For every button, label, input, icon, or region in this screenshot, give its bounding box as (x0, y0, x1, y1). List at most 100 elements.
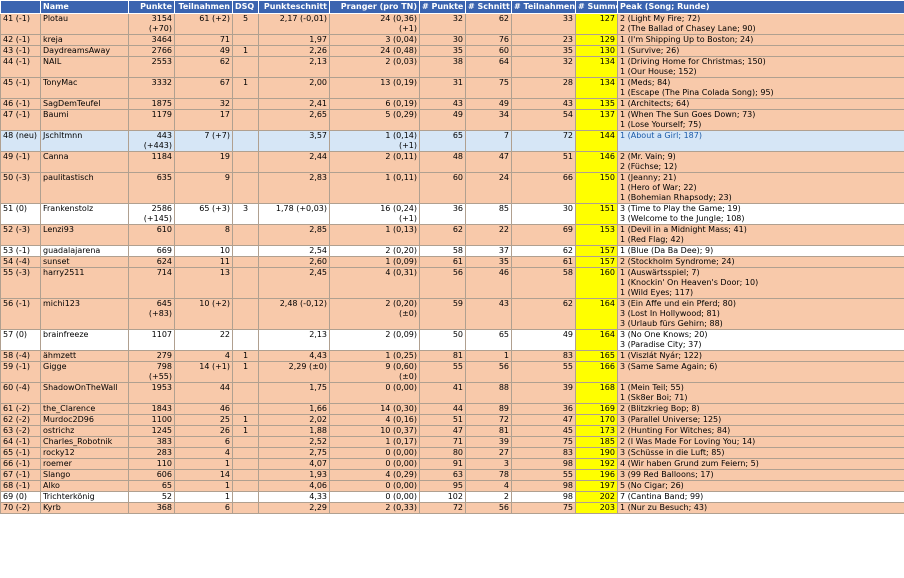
summe-cell-line: 164 (599, 330, 615, 340)
punkte-cell-line: 1184 (151, 152, 172, 162)
summe-cell: 134 (575, 77, 618, 99)
schnitt-cell-line: 1,78 (+0,03) (275, 204, 327, 214)
rank-teilnahmen-cell-line: 32 (562, 57, 573, 67)
rank-punkte-cell: 51 (419, 414, 466, 426)
rank-schnitt-cell-line: 85 (498, 204, 509, 214)
teilnahmen-cell-line: 61 (+2) (199, 14, 230, 24)
punkte-cell: 1245 (128, 425, 175, 437)
punkte-cell-line: 606 (156, 470, 172, 480)
peak-cell-line: 1 (Blue (Da Ba Dee); 9) (620, 246, 714, 256)
rank-punkte-cell: 31 (419, 77, 466, 99)
peak-cell-line: 3 (Same Same Again; 6) (620, 362, 718, 372)
rank-schnitt-cell: 65 (465, 329, 512, 351)
schnitt-cell-line: 4,33 (309, 492, 327, 502)
summe-cell-line: 168 (599, 383, 615, 393)
rank-schnitt-cell: 89 (465, 403, 512, 415)
peak-cell: 3 (Parallel Universe; 125) (617, 414, 904, 426)
name-cell: the_Clarence (40, 403, 129, 415)
rank-punkte-cell-line: 95 (452, 481, 463, 491)
punkte-cell-line: 3332 (151, 78, 172, 88)
peak-cell: 1 (Driving Home for Christmas; 150) 1 (Ou… (617, 56, 904, 78)
name-cell-line: Plotau (43, 14, 69, 24)
schnitt-cell: 2,54 (258, 245, 330, 257)
punkte-cell: 606 (128, 469, 175, 481)
teilnahmen-cell-line: 6 (224, 437, 230, 447)
dsq-cell (232, 109, 259, 131)
table-row: 67 (-1) Slango 606 14 1,93 4 (0,29) 63 78 55 196 3… (0, 469, 904, 481)
dsq-cell-line: 1 (242, 78, 249, 88)
peak-cell: 1 (Mein Teil; 55) 1 (Sk8er Boi; 71) (617, 382, 904, 404)
rank-teilnahmen-cell: 75 (511, 502, 576, 514)
rank-schnitt-cell-line: 65 (498, 330, 509, 340)
peak-cell-line: 3 (No One Knows; 20) (620, 330, 708, 340)
teilnahmen-cell-line: 67 (219, 78, 230, 88)
rank-cell: 69 (0) (0, 491, 41, 503)
rank-punkte-cell-line: 31 (452, 78, 463, 88)
rank-teilnahmen-cell: 51 (511, 151, 576, 173)
dsq-cell (232, 329, 259, 351)
col-pranger-header: Pranger (pro TN) (329, 0, 420, 14)
dsq-cell (232, 151, 259, 173)
schnitt-cell: 1,78 (+0,03) (258, 203, 330, 225)
rank-punkte-cell-line: 59 (452, 299, 463, 309)
pranger-cell-line: 2 (0,11) (385, 152, 417, 162)
col-rank-schnitt-header: # Schnitt (465, 0, 512, 14)
name-cell: ostrichz (40, 425, 129, 437)
rank-teilnahmen-cell: 43 (511, 98, 576, 110)
punkte-cell-line: 283 (156, 448, 172, 458)
peak-cell: 1 (I'm Shipping Up to Boston; 24) (617, 34, 904, 46)
summe-cell: 150 (575, 172, 618, 204)
peak-cell-line: 2 (Stockholm Syndrome; 24) (620, 257, 735, 267)
peak-cell-line: 3 (Ein Affe und ein Pferd; 80) (620, 299, 736, 309)
teilnahmen-cell: 17 (174, 109, 233, 131)
name-cell-line: Charles_Robotnik (43, 437, 113, 447)
schnitt-cell: 2,17 (-0,01) (258, 13, 330, 35)
peak-cell-line: 3 (Parallel Universe; 125) (620, 415, 722, 425)
rank-cell: 60 (-4) (0, 382, 41, 404)
rank-schnitt-cell: 47 (465, 151, 512, 173)
peak-cell-line: 1 (Viszlát Nyár; 122) (620, 351, 702, 361)
table-row: 43 (-1) DaydreamsAway 2766 49 1 2,26 24 (0,48)… (0, 45, 904, 57)
teilnahmen-cell-line: 14 (+1) (199, 362, 230, 372)
rank-schnitt-cell: 56 (465, 361, 512, 383)
peak-cell: 2 (Mr. Vain; 9) 2 (Füchse; 12) (617, 151, 904, 173)
dsq-cell-line: 1 (242, 46, 249, 56)
col-summe-header: # Summe (575, 0, 618, 14)
punkte-cell-line: 1100 (151, 415, 172, 425)
rank-teilnahmen-cell: 66 (511, 172, 576, 204)
teilnahmen-cell-line: 25 (219, 415, 230, 425)
dsq-cell: 5 (232, 13, 259, 35)
peak-cell-line: 1 (Devil in a Midnight Mass; 41) (620, 225, 747, 235)
summe-cell-line: 197 (599, 481, 615, 491)
pranger-cell: 0 (0,00) (329, 480, 420, 492)
punkte-cell: 1107 (128, 329, 175, 351)
teilnahmen-cell: 1 (174, 458, 233, 470)
dsq-cell (232, 447, 259, 459)
dsq-cell (232, 469, 259, 481)
rank-punkte-cell: 60 (419, 172, 466, 204)
rank-punkte-cell-line: 80 (452, 448, 463, 458)
rank-teilnahmen-cell-line: 55 (562, 362, 573, 372)
rank-cell: 59 (-1) (0, 361, 41, 383)
rank-punkte-cell: 43 (419, 98, 466, 110)
punkte-cell: 110 (128, 458, 175, 470)
rank-punkte-cell-line: 32 (452, 14, 463, 24)
name-cell: Gigge (40, 361, 129, 383)
rank-cell: 45 (-1) (0, 77, 41, 99)
rank-cell-line: 47 (-1) (3, 110, 30, 120)
pranger-cell: 5 (0,29) (329, 109, 420, 131)
table-row: 50 (-3) paulitastisch 635 9 2,83 1 (0,11) 60 24… (0, 172, 904, 204)
teilnahmen-cell: 7 (+7) (174, 130, 233, 152)
pranger-cell: 1 (0,17) (329, 436, 420, 448)
table-row: 54 (-4) sunset 624 11 2,60 1 (0,09) 61 35 61 157 2… (0, 256, 904, 268)
schnitt-cell-line: 1,88 (309, 426, 327, 436)
teilnahmen-cell: 4 (174, 350, 233, 362)
dsq-cell (232, 458, 259, 470)
rank-teilnahmen-cell: 55 (511, 469, 576, 481)
pranger-cell-line: 5 (0,29) (385, 110, 417, 120)
summe-cell: 129 (575, 34, 618, 46)
teilnahmen-cell-line: 17 (219, 110, 230, 120)
table-row: 70 (-2) Kyrb 368 6 2,29 2 (0,33) 72 56 75 203 1 (N… (0, 502, 904, 514)
rank-schnitt-cell-line: 49 (498, 99, 509, 109)
summe-cell-line: 130 (599, 46, 615, 56)
